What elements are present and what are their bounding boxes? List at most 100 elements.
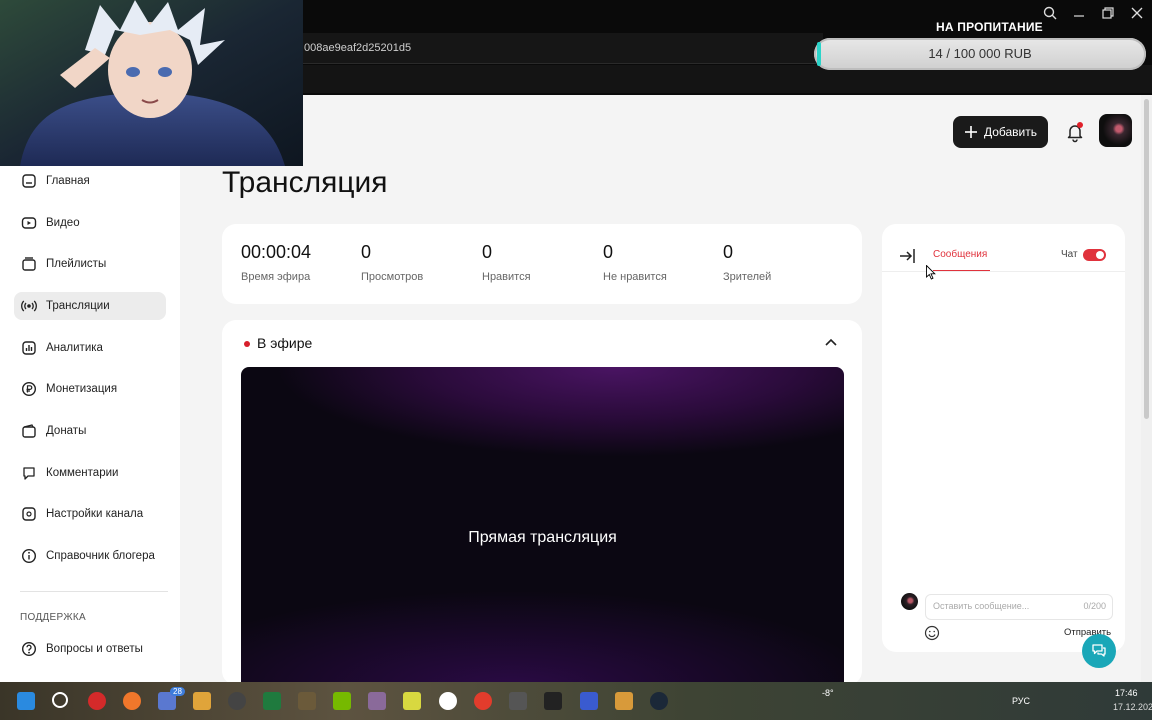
sidebar-item-label: Аналитика [46,342,103,354]
sidebar-item-label: Главная [46,175,90,187]
sidebar-item-analytics[interactable]: Аналитика [14,334,166,362]
chat-toggle-label: Чат [1061,249,1078,260]
stream-stats-card: 00:00:04 Время эфира 0 Просмотров 0 Нрав… [222,224,862,304]
stat-label: Зрителей [723,271,772,283]
chat-input-placeholder: Оставить сообщение... [933,601,1030,611]
app-icon[interactable] [544,692,562,710]
page-scrollbar[interactable] [1141,95,1152,682]
firefox-icon[interactable] [123,692,141,710]
stat-value: 0 [723,242,734,262]
comment-icon [20,464,38,482]
sidebar-item-channel-settings[interactable]: Настройки канала [14,500,166,528]
stat-value: 0 [603,242,614,262]
collapse-panel-icon[interactable] [898,247,918,265]
game-icon[interactable] [298,692,316,710]
stat-views: 0 Просмотров [361,242,423,283]
sidebar-item-video[interactable]: Видео [14,209,166,237]
emoji-icon[interactable] [924,625,940,641]
live-indicator [244,341,250,347]
excel-icon[interactable] [263,692,281,710]
chevron-up-icon[interactable] [824,335,838,349]
restore-icon[interactable] [1098,6,1118,23]
info-icon [20,547,38,565]
add-button[interactable]: Добавить [953,116,1048,148]
stat-viewers: 0 Зрителей [723,242,771,283]
chat-panel: Сообщения Чат Оставить сообщение... 0/20… [882,224,1125,652]
home-icon [20,172,38,190]
sidebar-item-monetization[interactable]: Монетизация [14,375,166,403]
chat-toggle[interactable] [1083,249,1106,261]
scrollbar-thumb[interactable] [1144,99,1149,419]
nvidia-icon[interactable] [333,692,351,710]
chat-header-divider [882,271,1125,272]
language-indicator[interactable]: РУС [1012,696,1030,706]
clock-date: 17.12.2025 [1113,702,1152,712]
sidebar-item-label: Комментарии [46,467,119,479]
goal-progress-text: 14 / 100 000 RUB [928,46,1032,61]
game-icon[interactable] [368,692,386,710]
sidebar-item-label: Видео [46,217,80,229]
app-icon[interactable] [509,692,527,710]
video-icon [20,214,38,232]
stat-value: 0 [482,242,493,262]
chat-message-input[interactable]: Оставить сообщение... 0/200 [925,594,1113,620]
stat-likes: 0 Нравится [482,242,531,283]
app-icon[interactable] [615,692,633,710]
close-icon[interactable] [1127,6,1147,23]
stat-label: Время эфира [241,271,311,283]
goal-title: НА ПРОПИТАНИЕ [936,20,1043,34]
chat-bubble-icon [1092,644,1106,657]
sidebar-item-blogger-guide[interactable]: Справочник блогера [14,542,166,570]
notification-badge [1077,122,1083,128]
chat-char-counter: 0/200 [1083,601,1106,611]
player-status-text: Прямая трансляция [468,529,617,546]
minimize-icon[interactable] [1069,6,1089,23]
sidebar-item-home[interactable]: Главная [14,167,166,195]
search-taskbar-icon[interactable] [52,692,68,708]
add-button-label: Добавить [983,125,1038,139]
help-icon [20,640,38,658]
stat-airtime: 00:00:04 Время эфира [241,242,311,283]
broadcast-icon [20,297,38,315]
sidebar-item-label: Вопросы и ответы [46,643,143,655]
weather-text: -8° [822,688,834,698]
opera-icon[interactable] [88,692,106,710]
app-icon[interactable] [580,692,598,710]
obs-icon[interactable] [228,692,246,710]
settings-icon [20,505,38,523]
clock-time: 17:46 [1115,688,1138,698]
sidebar-item-faq[interactable]: Вопросы и ответы [14,635,166,663]
support-section-label: ПОДДЕРЖКА [20,612,86,623]
plus-icon [964,126,977,138]
analytics-icon [20,339,38,357]
chat-user-avatar [901,593,918,610]
sidebar-divider [20,591,168,592]
support-chat-button[interactable] [1082,634,1116,668]
live-title: В эфире [257,335,313,351]
page-title: Трансляция [222,166,388,199]
sidebar-item-broadcasts[interactable]: Трансляции [14,292,166,320]
sidebar-item-label: Монетизация [46,383,118,395]
search-icon[interactable] [1040,6,1060,23]
tab-messages[interactable]: Сообщения [933,249,987,260]
stat-value: 0 [361,242,372,262]
steam-icon[interactable] [650,692,668,710]
stat-label: Нравится [482,271,531,283]
yandex-browser-icon[interactable] [439,692,457,710]
sidebar-item-donations[interactable]: Донаты [14,417,166,445]
start-icon[interactable] [17,692,35,710]
live-card: В эфире Прямая трансляция [222,320,862,687]
stat-label: Не нравится [603,271,667,283]
sidebar-item-playlists[interactable]: Плейлисты [14,250,166,278]
sidebar-item-label: Настройки канала [46,508,144,520]
video-player[interactable]: Прямая трансляция [241,367,844,687]
app-icon[interactable] [403,692,421,710]
sidebar-item-label: Донаты [46,425,87,437]
goal-progress-bar: 14 / 100 000 RUB [814,38,1146,70]
sidebar-item-label: Справочник блогера [46,550,155,562]
sidebar-item-comments[interactable]: Комментарии [14,459,166,487]
chrome-icon[interactable] [474,692,492,710]
streamer-avatar-overlay [0,0,303,166]
avatar[interactable] [1099,114,1132,147]
app-icon[interactable] [193,692,211,710]
